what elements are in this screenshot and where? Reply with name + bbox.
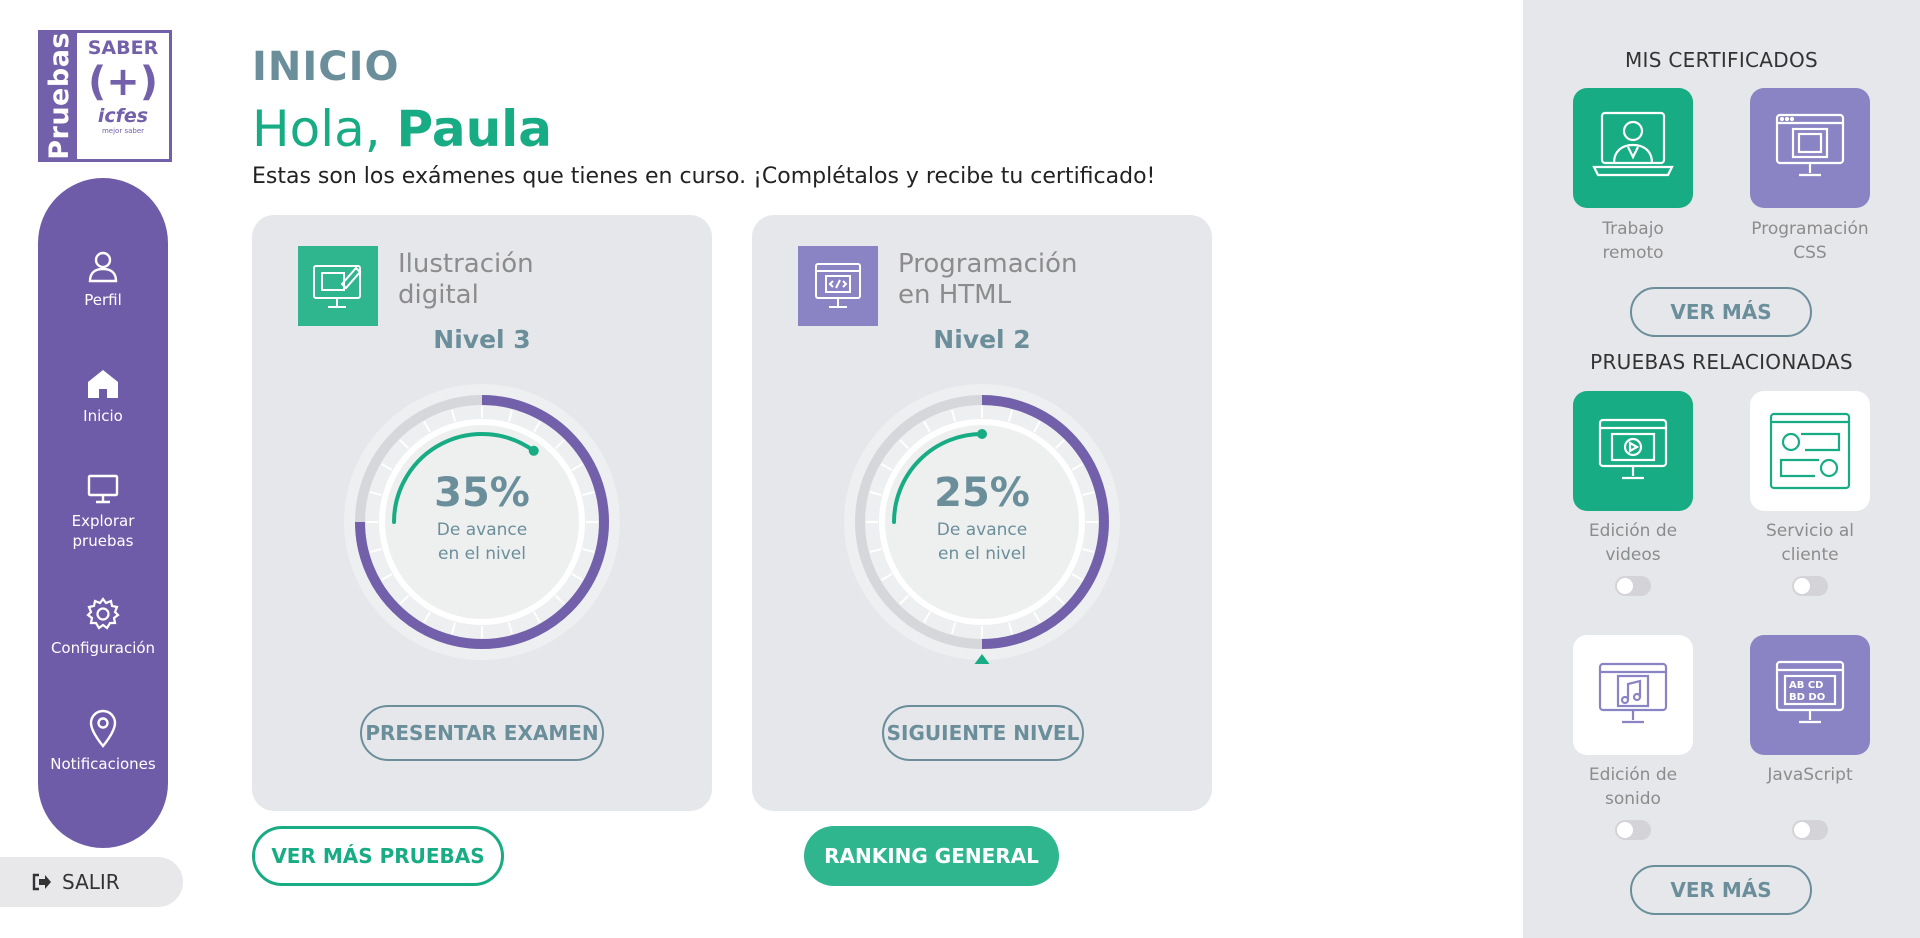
related-edicion-sonido[interactable]: [1573, 635, 1693, 755]
user-icon: [88, 251, 118, 283]
illustration-icon: [298, 246, 378, 326]
more-tests-button[interactable]: VER MÁS PRUEBAS: [252, 826, 504, 886]
related-servicio-cliente[interactable]: [1750, 391, 1870, 511]
progress-caption: De avance en el nivel: [436, 520, 528, 564]
javascript-icon: AB CDBD DO: [1775, 660, 1845, 724]
related-label: Servicio al cliente: [1765, 521, 1855, 565]
toggle-servicio-cliente[interactable]: [1792, 576, 1828, 596]
related-javascript[interactable]: AB CD BD DO: [1750, 635, 1870, 755]
monitor-icon: [87, 474, 119, 504]
user-name: Paula: [396, 100, 553, 158]
certificates-more-button[interactable]: VER MÁS: [1630, 287, 1812, 337]
right-panel: MIS CERTIFICADOS Trabajo remoto Programac…: [1523, 0, 1920, 938]
page-title: INICIO: [252, 44, 400, 90]
greeting-text: Hola,: [252, 100, 381, 158]
logout-icon: [32, 873, 51, 891]
related-tests-title: PRUEBAS RELACIONADAS: [1590, 350, 1853, 374]
sidebar-item-configuracion[interactable]: Configuración: [38, 596, 168, 658]
certificate-remote-work[interactable]: [1573, 88, 1693, 208]
related-more-button[interactable]: VER MÁS: [1630, 865, 1812, 915]
app-root: Pruebas SABER (+) icfes mejor saber Perf…: [0, 0, 1920, 938]
certificate-label: Programación CSS: [1751, 219, 1869, 263]
sidebar-item-perfil[interactable]: Perfil: [38, 248, 168, 310]
ranking-button[interactable]: RANKING GENERAL: [804, 826, 1059, 886]
pruebas-saber-logo[interactable]: Pruebas SABER (+) icfes mejor saber: [38, 30, 172, 162]
certificate-label: Trabajo remoto: [1602, 219, 1664, 263]
logo-plus-symbol: (+): [87, 59, 159, 105]
sidebar-item-explorar-pruebas[interactable]: Explorar pruebas: [38, 473, 168, 551]
logo-main: SABER (+) icfes mejor saber: [77, 33, 169, 159]
progress-percent: 25%: [934, 470, 1030, 516]
course-title: Programación en HTML: [898, 249, 1078, 310]
next-level-button[interactable]: SIGUIENTE NIVEL: [882, 705, 1084, 761]
related-label: Edición de videos: [1588, 521, 1678, 565]
css-monitor-icon: [1775, 113, 1845, 177]
video-editing-icon: [1598, 418, 1668, 480]
sound-editing-icon: [1598, 662, 1668, 724]
location-pin-icon: [89, 709, 117, 748]
course-level: Nivel 3: [433, 325, 531, 354]
logout-button[interactable]: SALIR: [0, 857, 183, 907]
sidebar-item-notificaciones[interactable]: Notificaciones: [38, 708, 168, 774]
logo-saber-text: SABER: [87, 37, 159, 59]
related-label: Edición de sonido: [1588, 765, 1678, 809]
html-code-icon: [798, 246, 878, 326]
logo-vertical-text: Pruebas: [43, 32, 75, 160]
sidebar-item-label: Perfil: [84, 291, 122, 309]
logout-label: SALIR: [62, 870, 120, 894]
sidebar-item-label: Inicio: [83, 407, 123, 425]
progress-percent: 35%: [434, 470, 530, 516]
gauge-progress-dot: [528, 445, 539, 456]
sidebar-item-label: Configuración: [50, 639, 156, 657]
present-exam-button[interactable]: PRESENTAR EXAMEN: [360, 705, 604, 761]
toggle-edicion-videos[interactable]: [1615, 576, 1651, 596]
related-label: JavaScript: [1767, 765, 1853, 785]
gauge-progress-dot: [977, 429, 987, 439]
home-icon: [88, 370, 118, 398]
svg-text:BD DO: BD DO: [1789, 692, 1825, 703]
certificate-programacion-css[interactable]: [1750, 88, 1870, 208]
greeting: Hola, Paula: [252, 100, 552, 158]
sidebar-nav: Perfil Inicio Explorar pruebas Configura…: [38, 178, 168, 848]
svg-text:AB CD: AB CD: [1789, 680, 1823, 691]
customer-service-icon: [1769, 412, 1851, 490]
course-card-ilustracion-digital: Ilustración digital Nivel 3 35% De avance…: [252, 215, 712, 811]
gear-icon: [86, 597, 120, 630]
page-subtitle: Estas son los exámenes que tienes en cur…: [252, 164, 1156, 189]
course-card-programacion-html: Programación en HTML Nivel 2 25% De avanc…: [752, 215, 1212, 811]
logo-tagline: mejor saber: [101, 127, 145, 135]
progress-caption: De avance en el nivel: [936, 520, 1028, 564]
course-level: Nivel 2: [933, 325, 1031, 354]
toggle-javascript[interactable]: [1792, 820, 1828, 840]
related-edicion-videos[interactable]: [1573, 391, 1693, 511]
logo-icfes-text: icfes: [97, 105, 149, 127]
sidebar-item-label: Notificaciones: [50, 755, 156, 773]
toggle-edicion-sonido[interactable]: [1615, 820, 1651, 840]
logo-band: Pruebas: [41, 32, 77, 160]
sidebar-item-inicio[interactable]: Inicio: [38, 368, 168, 426]
remote-work-icon: [1592, 111, 1674, 177]
course-title: Ilustración digital: [398, 249, 534, 310]
certificates-title: MIS CERTIFICADOS: [1624, 48, 1819, 72]
sidebar-item-label: Explorar pruebas: [71, 512, 135, 550]
